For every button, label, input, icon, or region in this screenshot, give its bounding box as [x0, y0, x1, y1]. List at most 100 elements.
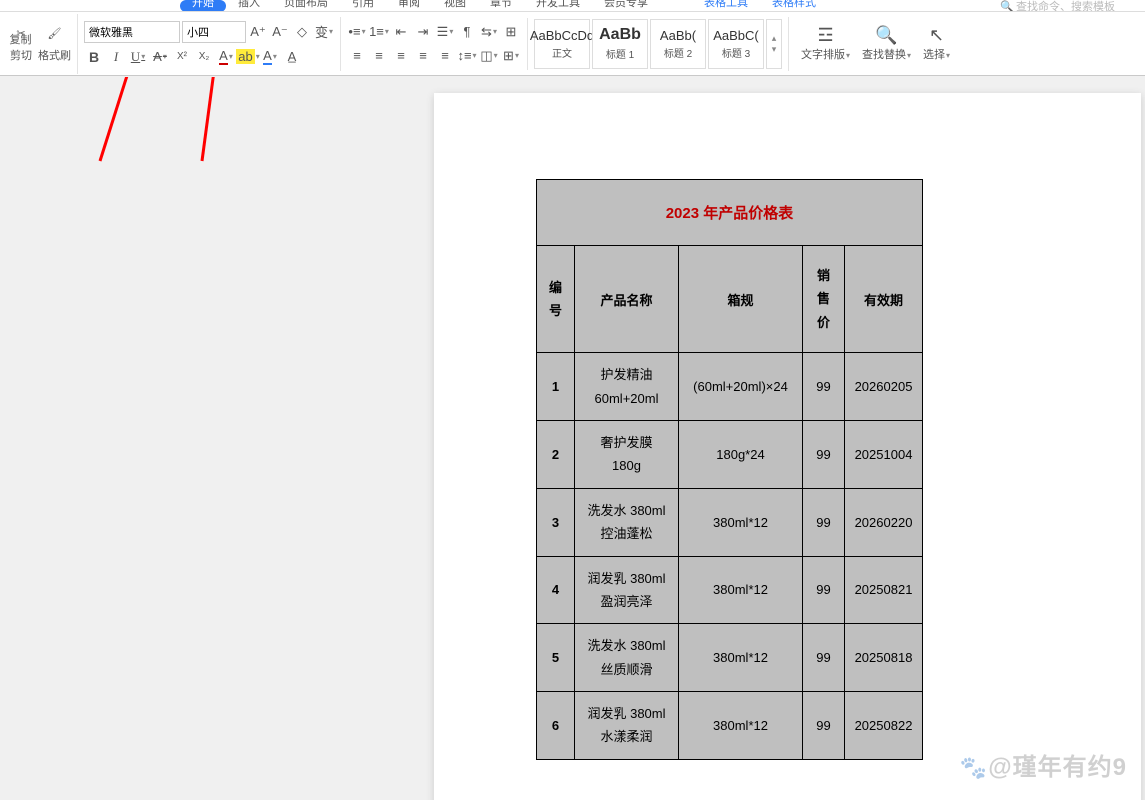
tabs-button[interactable]: ⇆	[479, 22, 499, 42]
style-heading1[interactable]: AaBb 标题 1	[592, 19, 648, 69]
borders-button[interactable]: ⊞	[501, 46, 521, 66]
cell-date[interactable]: 20251004	[845, 420, 923, 488]
cell-name[interactable]: 洗发水 380ml控油蓬松	[575, 488, 679, 556]
col-header-no[interactable]: 编号	[537, 246, 575, 353]
cell-no[interactable]: 1	[537, 353, 575, 421]
strikethrough-button[interactable]: A	[150, 47, 170, 67]
style-heading2[interactable]: AaBb( 标题 2	[650, 19, 706, 69]
cell-date[interactable]: 20260220	[845, 488, 923, 556]
table-row[interactable]: 4润发乳 380ml盈润亮泽380ml*129920250821	[537, 556, 923, 624]
cell-no[interactable]: 2	[537, 420, 575, 488]
cell-price[interactable]: 99	[803, 624, 845, 692]
align-justify-button[interactable]: ≡	[413, 46, 433, 66]
cell-date[interactable]: 20250822	[845, 692, 923, 760]
col-header-name[interactable]: 产品名称	[575, 246, 679, 353]
cell-price[interactable]: 99	[803, 420, 845, 488]
tab-sections[interactable]: 章节	[478, 0, 524, 12]
tab-pagelayout[interactable]: 页面布局	[272, 0, 340, 12]
subscript-button[interactable]: X₂	[194, 47, 214, 67]
font-color-button[interactable]: A	[216, 47, 236, 67]
tab-home[interactable]: 开始	[180, 0, 226, 12]
cell-spec[interactable]: (60ml+20ml)×24	[679, 353, 803, 421]
font-size-input[interactable]	[182, 21, 246, 43]
table-row[interactable]: 3洗发水 380ml控油蓬松380ml*129920260220	[537, 488, 923, 556]
align-right-button[interactable]: ≡	[391, 46, 411, 66]
style-heading3[interactable]: AaBbC( 标题 3	[708, 19, 764, 69]
char-border-button[interactable]: A̲	[282, 47, 302, 67]
cell-price[interactable]: 99	[803, 556, 845, 624]
table-row[interactable]: 1护发精油60ml+20ml(60ml+20ml)×249920260205	[537, 353, 923, 421]
text-direction-button[interactable]: ☲ 文字排版	[795, 23, 856, 64]
find-replace-button[interactable]: 🔍 查找替换	[856, 23, 917, 64]
format-painter-button[interactable]: 🖌 格式刷	[38, 23, 71, 63]
cell-date[interactable]: 20260205	[845, 353, 923, 421]
document-canvas[interactable]: 2023 年产品价格表 编号 产品名称 箱规 销售价 有效期 1护发精油60ml…	[0, 77, 1145, 800]
numbering-button[interactable]: 1≡	[369, 22, 389, 42]
increase-indent-button[interactable]: ⇥	[413, 22, 433, 42]
cell-no[interactable]: 4	[537, 556, 575, 624]
cell-name[interactable]: 护发精油60ml+20ml	[575, 353, 679, 421]
cell-spec[interactable]: 380ml*12	[679, 624, 803, 692]
line-spacing-button[interactable]: ↕≡	[457, 46, 477, 66]
show-marks-button[interactable]: ¶	[457, 22, 477, 42]
document-page[interactable]: 2023 年产品价格表 编号 产品名称 箱规 销售价 有效期 1护发精油60ml…	[434, 93, 1141, 800]
table-title[interactable]: 2023 年产品价格表	[537, 180, 923, 246]
cell-spec[interactable]: 380ml*12	[679, 556, 803, 624]
cell-no[interactable]: 6	[537, 692, 575, 760]
highlight-button[interactable]: ab	[238, 47, 258, 67]
shading-button[interactable]: ◫	[479, 46, 499, 66]
cell-spec[interactable]: 380ml*12	[679, 692, 803, 760]
style-normal[interactable]: AaBbCcDd 正文	[534, 19, 590, 69]
cell-no[interactable]: 5	[537, 624, 575, 692]
copy-button[interactable]: 复制	[10, 31, 32, 47]
font-name-input[interactable]	[84, 21, 180, 43]
col-header-price[interactable]: 销售价	[803, 246, 845, 353]
decrease-font-button[interactable]: A⁻	[270, 22, 290, 42]
tab-view[interactable]: 视图	[432, 0, 478, 12]
bullets-button[interactable]: •≡	[347, 22, 367, 42]
sort-button[interactable]: ☰	[435, 22, 455, 42]
bold-button[interactable]: B	[84, 47, 104, 67]
clear-formatting-button[interactable]: ◇	[292, 22, 312, 42]
watermark: 🐾@瑾年有约9	[960, 747, 1127, 782]
cell-spec[interactable]: 180g*24	[679, 420, 803, 488]
align-left-button[interactable]: ≡	[347, 46, 367, 66]
align-center-button[interactable]: ≡	[369, 46, 389, 66]
tab-review[interactable]: 审阅	[386, 0, 432, 12]
cell-no[interactable]: 3	[537, 488, 575, 556]
col-header-date[interactable]: 有效期	[845, 246, 923, 353]
cell-name[interactable]: 润发乳 380ml盈润亮泽	[575, 556, 679, 624]
change-case-button[interactable]: 变	[314, 22, 334, 42]
ruler-button[interactable]: ⊞	[501, 22, 521, 42]
cell-name[interactable]: 润发乳 380ml水漾柔润	[575, 692, 679, 760]
cell-date[interactable]: 20250821	[845, 556, 923, 624]
tab-insert[interactable]: 插入	[226, 0, 272, 12]
select-button[interactable]: ↖ 选择	[917, 23, 956, 64]
align-distribute-button[interactable]: ≡	[435, 46, 455, 66]
cell-spec[interactable]: 380ml*12	[679, 488, 803, 556]
superscript-button[interactable]: X²	[172, 47, 192, 67]
cell-price[interactable]: 99	[803, 488, 845, 556]
col-header-spec[interactable]: 箱规	[679, 246, 803, 353]
tab-table-styles[interactable]: 表格样式	[760, 0, 828, 12]
styles-scroll[interactable]: ▴▾	[766, 19, 782, 69]
table-row[interactable]: 2奢护发膜180g180g*249920251004	[537, 420, 923, 488]
increase-font-button[interactable]: A⁺	[248, 22, 268, 42]
cell-name[interactable]: 洗发水 380ml丝质顺滑	[575, 624, 679, 692]
tab-devtools[interactable]: 开发工具	[524, 0, 592, 12]
cell-date[interactable]: 20250818	[845, 624, 923, 692]
table-row[interactable]: 6润发乳 380ml水漾柔润380ml*129920250822	[537, 692, 923, 760]
italic-button[interactable]: I	[106, 47, 126, 67]
tab-references[interactable]: 引用	[340, 0, 386, 12]
cell-name[interactable]: 奢护发膜180g	[575, 420, 679, 488]
cell-price[interactable]: 99	[803, 353, 845, 421]
text-effects-button[interactable]: A	[260, 47, 280, 67]
underline-button[interactable]: U	[128, 47, 148, 67]
price-table[interactable]: 2023 年产品价格表 编号 产品名称 箱规 销售价 有效期 1护发精油60ml…	[536, 179, 923, 760]
command-search[interactable]: 🔍查找命令、搜索模板	[1000, 0, 1115, 12]
tab-table-tools[interactable]: 表格工具	[692, 0, 760, 12]
tab-member[interactable]: 会员专享	[592, 0, 660, 12]
decrease-indent-button[interactable]: ⇤	[391, 22, 411, 42]
table-row[interactable]: 5洗发水 380ml丝质顺滑380ml*129920250818	[537, 624, 923, 692]
cell-price[interactable]: 99	[803, 692, 845, 760]
